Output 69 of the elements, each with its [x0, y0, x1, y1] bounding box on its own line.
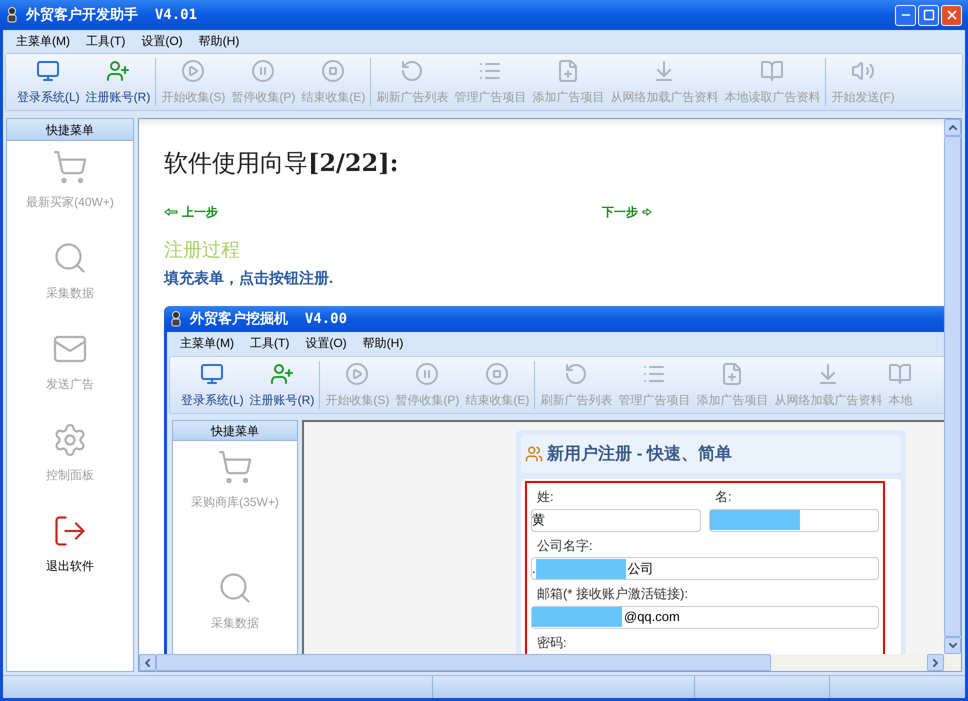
sidebar-item[interactable]: 退出软件 — [7, 505, 133, 596]
user-add-icon — [270, 362, 294, 386]
speaker-icon — [851, 59, 875, 83]
user-add-icon — [106, 59, 130, 83]
menu-item[interactable]: 工具(T) — [81, 32, 130, 50]
window-title: 外贸客户挖掘机 V4.00 — [190, 310, 348, 328]
menu-item[interactable]: 帮助(H) — [358, 334, 408, 352]
monitor-icon — [200, 362, 224, 386]
prev-step-link[interactable]: 上一步 — [164, 203, 602, 221]
scroll-down-button[interactable] — [944, 637, 961, 654]
monitor-icon — [36, 59, 60, 83]
scroll-right-button[interactable] — [927, 654, 944, 671]
sidebar-header: 快捷菜单 — [173, 421, 297, 441]
play-icon — [181, 59, 206, 83]
left-arrow-icon — [164, 208, 178, 216]
scroll-up-button[interactable] — [944, 119, 961, 136]
window-title: 外贸客户开发助手 V4.01 — [26, 6, 198, 24]
menu-item[interactable]: 设置(O) — [136, 32, 188, 50]
horizontal-scrollbar[interactable] — [139, 654, 961, 671]
field-label: 名: — [714, 488, 733, 506]
form-title: 新用户注册 - 快速、简单 — [547, 443, 732, 466]
input-field[interactable]: 黄 — [531, 508, 701, 532]
input-field[interactable] — [709, 508, 879, 532]
input-field[interactable]: @qq.com — [531, 606, 879, 628]
toolbar-button[interactable]: 注册账号(R) — [82, 54, 154, 110]
cart-icon — [217, 449, 253, 485]
menu-item[interactable]: 设置(O) — [300, 334, 352, 352]
play-icon — [345, 362, 370, 386]
refresh-icon — [400, 59, 424, 83]
scroll-left-button[interactable] — [139, 654, 156, 671]
maximize-icon — [922, 9, 934, 21]
app-logo-icon — [170, 311, 182, 327]
section-title: 注册过程 — [164, 239, 241, 263]
right-arrow-icon — [642, 208, 652, 216]
pause-icon — [415, 362, 440, 386]
menu-item[interactable]: 工具(T) — [245, 334, 294, 352]
toolbar-button[interactable]: 登录系统(L) — [14, 54, 83, 110]
field-label: 姓: — [536, 488, 555, 506]
input-field[interactable]: . 公司 — [531, 557, 879, 580]
close-button[interactable] — [941, 4, 962, 26]
instruction-text: 填充表单，点击按钮注册. — [164, 268, 334, 288]
field-value: . — [532, 560, 536, 578]
stop-icon — [485, 362, 510, 386]
refresh-icon — [564, 362, 588, 386]
menu-item[interactable]: 主菜单(M) — [11, 32, 75, 50]
field-label: 密码: — [536, 634, 568, 652]
menu-item[interactable]: 主菜单(M) — [175, 334, 239, 352]
users-icon — [525, 445, 543, 463]
cart-icon — [52, 149, 88, 185]
minimize-button[interactable] — [895, 4, 916, 26]
toolbar-button[interactable]: 登录系统(L) — [178, 357, 247, 413]
toolbar-button[interactable]: 注册账号(R) — [246, 357, 318, 413]
sidebar-header: 快捷菜单 — [7, 119, 133, 141]
maximize-button[interactable] — [918, 4, 939, 26]
guide-heading: 软件使用向导[2/22]: — [164, 147, 400, 179]
pause-icon — [251, 59, 276, 83]
stop-icon — [321, 59, 346, 83]
next-step-link[interactable]: 下一步 — [602, 203, 652, 221]
scroll-thumb[interactable] — [156, 654, 771, 671]
field-label: 公司名字: — [536, 536, 594, 554]
field-label: 邮箱(* 接收账户激活链接): — [536, 585, 689, 603]
field-value: 黄 — [532, 511, 545, 530]
menu-item[interactable]: 帮助(H) — [194, 32, 244, 50]
field-value: 公司 — [628, 560, 654, 578]
close-icon — [944, 8, 958, 22]
book-icon — [888, 362, 912, 386]
book-icon — [760, 59, 784, 83]
app-logo-icon — [6, 7, 18, 23]
field-value: @qq.com — [624, 608, 680, 626]
